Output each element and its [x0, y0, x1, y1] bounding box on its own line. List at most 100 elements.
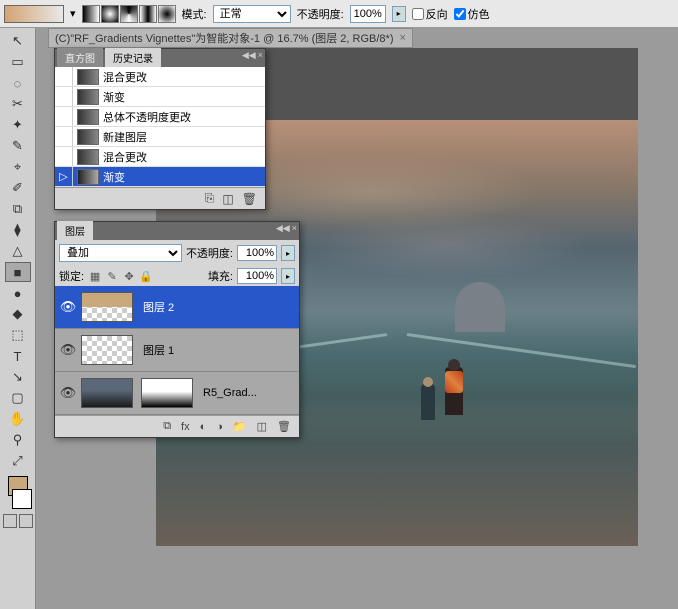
brush-tool[interactable]: ✐ — [5, 178, 31, 198]
lock-pixels-icon[interactable]: ✎ — [105, 269, 119, 283]
lock-label: 锁定: — [59, 268, 84, 284]
new-doc-icon[interactable]: ⎘ — [205, 191, 215, 206]
opacity-flyout-icon[interactable]: ▸ — [392, 6, 406, 22]
history-step-icon — [77, 89, 99, 105]
adjust-icon[interactable]: ◑ — [216, 421, 223, 433]
layer-opacity-input[interactable] — [237, 245, 277, 261]
opacity-flyout-icon[interactable]: ▸ — [281, 245, 295, 261]
mode-select[interactable]: 正常 — [213, 5, 291, 23]
zoom-tool[interactable]: ⚲ — [5, 430, 31, 450]
gradient-type-swatches — [82, 5, 176, 23]
panel-min-icon[interactable]: ◀◀ — [242, 50, 256, 61]
mask-icon[interactable]: ◐ — [200, 421, 207, 433]
panel-close-icon[interactable]: × — [258, 50, 263, 61]
layer-name[interactable]: 图层 2 — [143, 299, 174, 315]
link-icon[interactable]: ⧉ — [163, 420, 171, 433]
layers-list: 👁 图层 2 👁 图层 1 👁 R5_Grad... — [55, 286, 299, 415]
dodge-tool[interactable]: ◆ — [5, 304, 31, 324]
snapshot-icon[interactable]: ◫ — [222, 192, 233, 206]
reflected-gradient-icon[interactable] — [139, 5, 157, 23]
layer-thumbnail[interactable] — [81, 292, 133, 322]
opacity-input[interactable] — [350, 5, 386, 23]
gradient-tool[interactable]: ■ — [5, 262, 31, 282]
layer-row[interactable]: 👁 图层 2 — [55, 286, 299, 329]
reverse-checkbox[interactable]: 反向 — [412, 6, 448, 22]
fx-icon[interactable]: fx — [181, 421, 190, 433]
close-icon[interactable]: × — [399, 32, 405, 44]
dither-checkbox[interactable]: 仿色 — [454, 6, 490, 22]
rotate-tool[interactable]: ⤢ — [5, 451, 31, 471]
visibility-icon[interactable]: 👁 — [59, 342, 77, 358]
blur-tool[interactable]: ● — [5, 283, 31, 303]
dither-check-input[interactable] — [454, 8, 466, 20]
quick-mask-toggle[interactable] — [3, 514, 33, 528]
background-color[interactable] — [12, 489, 32, 509]
eyedropper-tool[interactable]: ✎ — [5, 136, 31, 156]
visibility-icon[interactable]: 👁 — [59, 299, 77, 315]
options-bar: ▾ 模式: 正常 不透明度: ▸ 反向 仿色 — [0, 0, 678, 28]
path-tool[interactable]: ↘ — [5, 367, 31, 387]
history-step-icon — [77, 69, 99, 85]
layer-mask-thumbnail[interactable] — [141, 378, 193, 408]
dropdown-arrow-icon[interactable]: ▾ — [70, 7, 76, 20]
stamp-tool[interactable]: ⧉ — [5, 199, 31, 219]
fill-flyout-icon[interactable]: ▸ — [281, 268, 295, 284]
marquee-tool[interactable]: ▭ — [5, 52, 31, 72]
lock-all-icon[interactable]: 🔒 — [139, 269, 153, 283]
document-tab[interactable]: (C)"RF_Gradients Vignettes"为智能对象-1 @ 16.… — [48, 28, 413, 48]
panel-min-icon[interactable]: ◀◀ — [276, 223, 290, 234]
visibility-icon[interactable]: 👁 — [59, 385, 77, 401]
layer-thumbnail[interactable] — [81, 378, 133, 408]
layer-name[interactable]: R5_Grad... — [203, 387, 257, 399]
history-item[interactable]: ▷渐变 — [55, 167, 265, 187]
fill-input[interactable] — [237, 268, 277, 284]
history-item[interactable]: 总体不透明度更改 — [55, 107, 265, 127]
lock-position-icon[interactable]: ✥ — [122, 269, 136, 283]
mode-label: 模式: — [182, 6, 207, 22]
lock-transparent-icon[interactable]: ▦ — [88, 269, 102, 283]
hand-tool[interactable]: ✋ — [5, 409, 31, 429]
history-item[interactable]: 新建图层 — [55, 127, 265, 147]
layer-row[interactable]: 👁 图层 1 — [55, 329, 299, 372]
trash-icon[interactable]: 🗑 — [242, 192, 257, 206]
history-item[interactable]: 混合更改 — [55, 147, 265, 167]
history-step-icon — [77, 149, 99, 165]
shape-tool[interactable]: ▢ — [5, 388, 31, 408]
history-item[interactable]: 渐变 — [55, 87, 265, 107]
blend-mode-select[interactable]: 叠加 — [59, 244, 182, 262]
panel-close-icon[interactable]: × — [292, 223, 297, 234]
tab-layers[interactable]: 图层 — [57, 221, 93, 240]
layer-thumbnail[interactable] — [81, 335, 133, 365]
linear-gradient-icon[interactable] — [82, 5, 100, 23]
gradient-picker[interactable] — [4, 5, 64, 23]
diamond-gradient-icon[interactable] — [158, 5, 176, 23]
history-step-icon — [77, 169, 99, 185]
group-icon[interactable]: 📁 — [233, 420, 247, 433]
tab-histogram[interactable]: 直方图 — [57, 48, 103, 67]
opacity-label: 不透明度: — [297, 6, 344, 22]
angle-gradient-icon[interactable] — [120, 5, 138, 23]
pen-tool[interactable]: ⬚ — [5, 325, 31, 345]
type-tool[interactable]: T — [5, 346, 31, 366]
wand-tool[interactable]: ✦ — [5, 115, 31, 135]
history-brush-tool[interactable]: ⧫ — [5, 220, 31, 240]
layer-opacity-label: 不透明度: — [186, 245, 233, 261]
move-tool[interactable]: ↖ — [5, 31, 31, 51]
history-item[interactable]: 混合更改 — [55, 67, 265, 87]
layer-row[interactable]: 👁 R5_Grad... — [55, 372, 299, 415]
eraser-tool[interactable]: △ — [5, 241, 31, 261]
crop-tool[interactable]: ✂ — [5, 94, 31, 114]
document-title: (C)"RF_Gradients Vignettes"为智能对象-1 @ 16.… — [55, 30, 393, 46]
lasso-tool[interactable]: ◌ — [5, 73, 31, 93]
tab-history[interactable]: 历史记录 — [105, 48, 161, 67]
trash-icon[interactable]: 🗑 — [277, 420, 291, 433]
new-layer-icon[interactable]: ◫ — [257, 420, 267, 433]
layer-name[interactable]: 图层 1 — [143, 342, 174, 358]
radial-gradient-icon[interactable] — [101, 5, 119, 23]
layers-lock-row: 锁定: ▦ ✎ ✥ 🔒 填充: ▸ — [55, 266, 299, 286]
heal-tool[interactable]: ⌖ — [5, 157, 31, 177]
layers-options-row: 叠加 不透明度: ▸ — [55, 240, 299, 266]
reverse-check-input[interactable] — [412, 8, 424, 20]
tools-panel: ↖ ▭ ◌ ✂ ✦ ✎ ⌖ ✐ ⧉ ⧫ △ ■ ● ◆ ⬚ T ↘ ▢ ✋ ⚲ … — [0, 28, 36, 609]
fill-label: 填充: — [208, 268, 233, 284]
